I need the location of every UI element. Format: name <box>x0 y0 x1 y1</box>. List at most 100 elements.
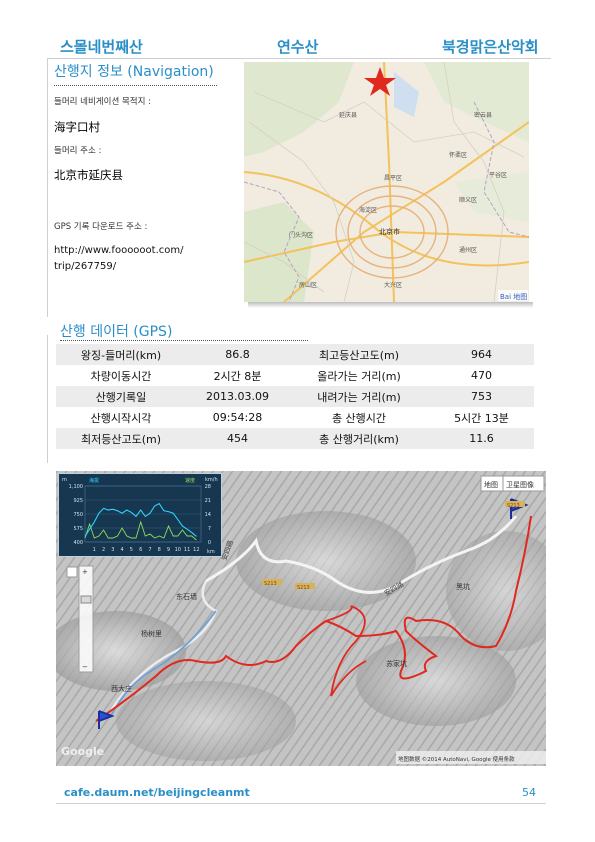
chart-series-speed-line <box>84 520 197 541</box>
gps-data-row: 최저등산고도(m) 454 총 산행거리(km) 11.6 <box>56 428 534 449</box>
footer-cafe-url[interactable]: cafe.daum.net/beijingcleanmt <box>64 786 250 799</box>
road-s213-label-2: S213 <box>264 581 277 587</box>
gps-data-key: 내려가는 거리(m) <box>289 386 429 407</box>
location-map: 北京市 延庆县 怀柔区 顺义区 海淀区 昌平区 门头沟区 房山区 大兴区 通州区… <box>244 62 529 302</box>
chart-y-right-tick: 7 <box>208 526 211 532</box>
gps-download-url-line2[interactable]: trip/267759/ <box>54 259 116 275</box>
baidu-logo: Bai 地图 <box>500 292 527 301</box>
road-s213-label-3: S213 <box>297 585 310 591</box>
map-label-shunyi: 顺义区 <box>459 197 477 204</box>
gps-download-url-line1[interactable]: http://www.foooooot.com/ <box>54 243 184 259</box>
header-club-name: 북경맑은산악회 <box>442 38 539 56</box>
chart-y-left-tick: 750 <box>73 512 83 518</box>
header-left-title: 스몰네번째산 <box>60 38 143 56</box>
location-map-graphic: 北京市 延庆县 怀柔区 顺义区 海淀区 昌平区 门头沟区 房山区 大兴区 通州区… <box>244 62 529 302</box>
map-label-mentougou: 门头沟区 <box>289 231 313 239</box>
header-rule <box>47 58 551 59</box>
gps-data-value: 2013.03.09 <box>186 386 289 407</box>
gps-data-key: 최저등산고도(m) <box>56 428 186 449</box>
chart-x-tick: 1 <box>93 547 96 553</box>
page-number: 54 <box>522 786 536 799</box>
chart-x-tick: 9 <box>167 547 170 553</box>
gps-download-label: GPS 기록 다운로드 주소 : <box>54 222 148 232</box>
gps-data-value: 470 <box>471 369 492 382</box>
map-type-button: 地图 <box>484 480 498 489</box>
gps-data-value: 2시간 8분 <box>213 369 262 383</box>
chart-y-left-tick: 400 <box>73 540 83 546</box>
map-label-tongzhou: 通州区 <box>459 246 477 254</box>
zoom-out-button: − <box>82 663 88 671</box>
header-mountain-name: 연수산 <box>277 38 319 56</box>
map-label-haidian: 海淀区 <box>359 206 377 214</box>
chart-y-left-tick: 925 <box>73 498 83 504</box>
map-label-yanqing: 延庆县 <box>339 111 357 119</box>
place-label-2: 杨树里 <box>141 629 162 638</box>
gps-data-key: 올라가는 거리(m) <box>317 369 401 383</box>
place-label-1: 东石墙 <box>176 592 197 601</box>
footer-rule <box>56 803 546 804</box>
map-label-changping: 昌平区 <box>384 175 402 182</box>
gps-data-value: 11.6 <box>429 428 534 449</box>
chart-y-right-tick: 21 <box>205 498 211 504</box>
gps-title-underline <box>60 340 308 341</box>
chart-y-right-tick: 14 <box>205 512 211 518</box>
terrain-map: 地图 卫星图像 + − S213 S213 S213 安四路 安四路 东石墙 杨… <box>56 471 546 766</box>
google-logo: Google <box>61 745 104 758</box>
map-attribution: 地图数据 ©2014 AutoNavi, Google 使用条款 <box>398 755 515 763</box>
left-border-top <box>47 59 48 317</box>
gps-data-value: 964 <box>429 344 534 365</box>
chart-x-unit: km <box>207 549 215 555</box>
gps-data-row: 왕징-들머리(km) 86.8 최고등산고도(m) 964 <box>56 344 534 365</box>
road-s213-label-1: S213 <box>507 503 520 509</box>
gps-data-value: 753 <box>429 386 534 407</box>
chart-x-tick: 11 <box>184 547 190 553</box>
gps-data-key: 산행기록일 <box>56 386 186 407</box>
chart-x-tick: 12 <box>193 547 199 553</box>
address-value: 北京市延庆县 <box>54 168 123 182</box>
place-label-3: 西大庄 <box>111 684 132 693</box>
profile-chart-panel: m km/h 海拔 速度 km 1,100 28 925 21 750 14 575 7 400… <box>58 473 222 557</box>
gps-data-key: 왕징-들머리(km) <box>56 344 186 365</box>
chart-y-left-tick: 575 <box>73 526 83 532</box>
gps-data-value: 86.8 <box>186 344 289 365</box>
satellite-type-button: 卫星图像 <box>506 480 534 489</box>
gps-data-value: 5시간 13분 <box>454 411 509 425</box>
chart-x-tick: 7 <box>148 547 151 553</box>
chart-y-right-tick: 0 <box>208 540 211 546</box>
chart-x-tick: 5 <box>130 547 133 553</box>
gps-data-row: 산행시작시각 09:54:28 총 산행시간 5시간 13분 <box>56 407 534 428</box>
gps-data-key: 산행시작시각 <box>90 411 152 425</box>
map-label-huairou: 怀柔区 <box>449 151 467 159</box>
navigation-title: 산행지 정보 (Navigation) <box>54 64 214 80</box>
gps-data-value: 09:54:28 <box>212 411 263 424</box>
map-label-beijing: 北京市 <box>379 227 400 236</box>
address-label: 들머리 주소 : <box>54 146 102 156</box>
chart-legend-speed: 速度 <box>185 477 195 484</box>
chart-x-tick: 10 <box>175 547 181 553</box>
chart-x-tick: 2 <box>102 547 105 553</box>
map-label-fangshan: 房山区 <box>299 281 317 289</box>
place-label-4: 苏家坑 <box>386 659 407 668</box>
map-label-daxing: 大兴区 <box>384 281 402 289</box>
gps-data-row: 산행기록일 2013.03.09 내려가는 거리(m) 753 <box>56 386 534 407</box>
gps-title: 산행 데이터 (GPS) <box>60 324 173 340</box>
chart-unit-right: km/h <box>205 477 218 483</box>
chart-legend-elevation: 海拔 <box>89 477 99 484</box>
gps-data-key: 최고등산고도(m) <box>289 344 429 365</box>
chart-y-left-tick: 1,100 <box>69 484 83 490</box>
chart-x-tick: 6 <box>139 547 142 553</box>
destination-value: 海字口村 <box>54 120 100 134</box>
chart-x-tick: 4 <box>121 547 124 553</box>
gps-data-key: 차량이동시간 <box>90 369 152 383</box>
chart-y-right-tick: 28 <box>205 484 211 490</box>
destination-label: 들머리 네비게이션 목적지 : <box>54 97 151 107</box>
chart-series-elevation-line <box>84 502 197 537</box>
gps-data-key: 총 산행시간 <box>331 411 387 425</box>
gps-data-key: 총 산행거리(km) <box>289 428 429 449</box>
map-label-miyun: 密云县 <box>474 111 492 119</box>
gps-data-row: 차량이동시간 2시간 8분 올라가는 거리(m) 470 <box>56 365 534 386</box>
chart-unit-left: m <box>62 477 67 483</box>
left-border-bottom <box>47 335 48 463</box>
zoom-in-button: + <box>82 568 88 576</box>
elevation-speed-chart: m km/h 海拔 速度 km 1,100 28925 21750 14575 7400… <box>62 477 218 555</box>
